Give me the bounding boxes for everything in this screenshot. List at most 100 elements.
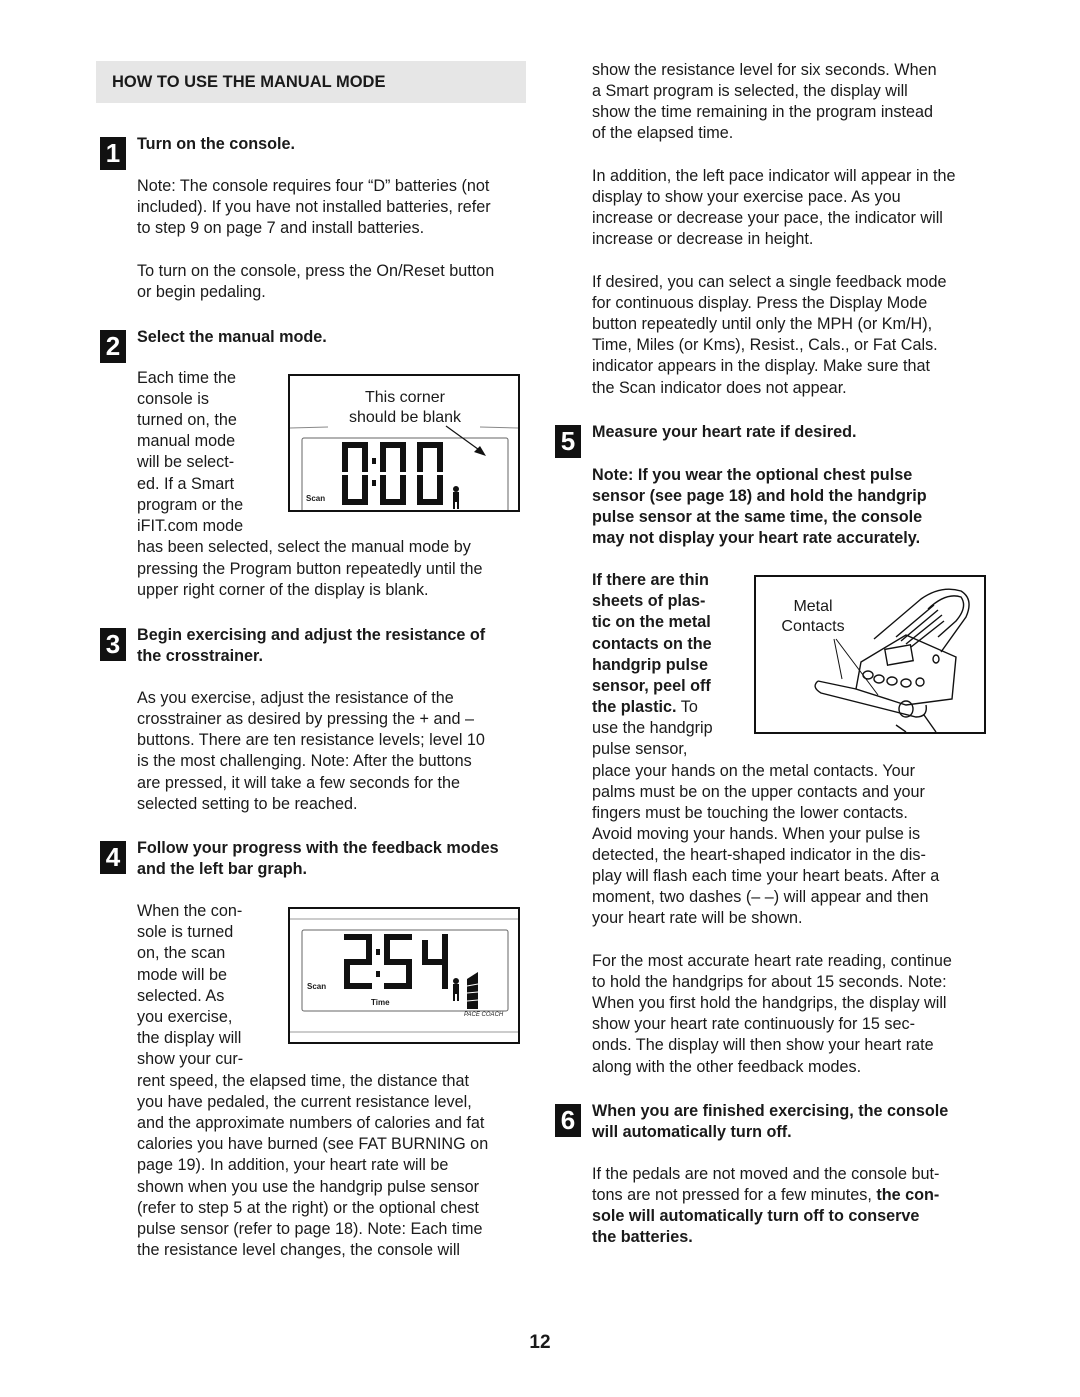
text-line: may not display your heart rate accurate… [592,529,921,547]
text-line: pulse sensor (refer to page 18). Note: E… [137,1220,483,1238]
text-line: program or the [137,496,244,514]
text-line: rent speed, the elapsed time, the distan… [137,1072,470,1090]
text-line: you exercise, [137,1008,233,1026]
text-line: Note: The console requires four “D” batt… [137,177,490,195]
text-line: If desired, you can select a single feed… [592,273,947,291]
text-line: sheets of plas- [592,592,706,610]
text-line: of the elapsed time. [592,124,734,142]
text-line: button repeatedly until only the MPH (or… [592,315,933,333]
text-line: fingers must be touching the lower conta… [592,804,908,822]
text-line: and the approximate numbers of calories … [137,1114,485,1132]
text-line: When the con- [137,902,243,920]
step-1-title: Turn on the console. [137,135,295,153]
text-line: tons are not pressed for a few minutes, … [592,1185,939,1206]
text-line: included). If you have not installed bat… [137,198,491,216]
text-line: use the handgrip [592,719,713,737]
step-number-5: 5 [555,425,581,458]
plain-span: tons are not pressed for a few minutes, [592,1186,877,1204]
person-icon [453,486,459,509]
text-line: play will flash each time your heart bea… [592,867,940,885]
lcd-drawing [290,425,518,510]
section-header: HOW TO USE THE MANUAL MODE [96,61,526,103]
text-line: the batteries. [592,1228,693,1246]
text-line: pulse sensor at the same time, the conso… [592,508,923,526]
step-number-3: 3 [100,628,126,661]
text-line: the display will [137,1029,242,1047]
step-6-title-line-2: will automatically turn off. [592,1123,792,1141]
step-4-title-line-1: Follow your progress with the feedback m… [137,839,499,857]
page-number: 12 [529,1332,551,1353]
text-line: the plastic. To [592,697,698,718]
text-line: sole is turned [137,923,234,941]
pace-coach-label: PACE COACH [464,1012,504,1018]
text-line: for continuous display. Press the Displa… [592,294,928,312]
text-line: is the most challenging. Note: After the… [137,752,472,770]
text-line: Each time the [137,369,236,387]
step-number-2: 2 [100,330,126,363]
text-line: to step 9 on page 7 and install batterie… [137,219,425,237]
text-line: palms must be on the upper contacts and … [592,783,925,801]
text-line: Avoid moving your hands. When your pulse… [592,825,921,843]
step-6-title-line-1: When you are finished exercising, the co… [592,1102,949,1120]
text-line: pressing the Program button repeatedly u… [137,560,483,578]
scan-indicator: Scan [306,494,326,503]
text-line: When you first hold the handgrips, the d… [592,994,947,1012]
text-line: show your heart rate continuously for 15… [592,1015,916,1033]
step-3-title-line-2: the crosstrainer. [137,647,263,665]
display-figure-manual-mode: This corner should be blank Scan [288,374,520,512]
step-5-title: Measure your heart rate if desired. [592,423,857,441]
text-line: selected setting to be reached. [137,795,358,813]
text-line: or begin pedaling. [137,283,266,301]
text-line: buttons. There are ten resistance levels… [137,731,485,749]
lcd-digits-000 [342,442,443,505]
bold-span: the con- [876,1186,940,1204]
text-line: contacts on the [592,635,712,653]
text-line: calories you have burned (see FAT BURNIN… [137,1135,489,1153]
text-line: onds. The display will then show your he… [592,1036,934,1054]
person-icon [453,978,459,1001]
time-indicator: Time [371,998,390,1007]
text-line: the resistance level changes, the consol… [137,1241,461,1259]
metal-contacts-figure: Metal Contacts [754,575,986,734]
text-line: display to show your exercise pace. As y… [592,188,901,206]
text-line: upper right corner of the display is bla… [137,581,429,599]
text-line: increase or decrease your pace, the indi… [592,209,943,227]
text-line: iFIT.com mode [137,517,244,535]
text-line: on, the scan [137,944,226,962]
text-line: sensor (see page 18) and hold the handgr… [592,487,927,505]
text-line: crosstrainer as desired by pressing the … [137,710,474,728]
text-line: to hold the handgrips for about 15 secon… [592,973,947,991]
display-figure-scan-mode: Scan Time PACE COACH [288,907,520,1044]
text-line: show the time remaining in the program i… [592,103,934,121]
text-line: has been selected, select the manual mod… [137,538,471,556]
text-line: manual mode [137,432,236,450]
text-line: sensor, peel off [592,677,711,695]
text-line: handgrip pulse [592,656,709,674]
text-line: tic on the metal [592,613,711,631]
step-2-title: Select the manual mode. [137,328,327,346]
text-line: Note: If you wear the optional chest pul… [592,466,913,484]
step-3-title-line-1: Begin exercising and adjust the resistan… [137,626,486,644]
text-line: along with the other feedback modes. [592,1058,862,1076]
text-line: console is [137,390,209,408]
text-line: page 19). In addition, your heart rate w… [137,1156,449,1174]
console-handlebar-illustration [814,588,970,732]
text-line: If there are thin [592,571,709,589]
bold-span: the plastic. [592,698,677,716]
text-line: For the most accurate heart rate reading… [592,952,952,970]
plain-span: To [676,698,698,716]
text-line: indicator appears in the display. Make s… [592,357,931,375]
text-line: turned on, the [137,411,237,429]
text-line: To turn on the console, press the On/Res… [137,262,495,280]
text-line: shown when you use the handgrip pulse se… [137,1178,479,1196]
text-line: selected. As [137,987,225,1005]
scan-indicator: Scan [307,982,327,991]
step-number-1: 1 [100,137,126,170]
text-line: ed. If a Smart [137,475,235,493]
step-number-4: 4 [100,841,126,874]
text-line: moment, two dashes (– –) will appear and… [592,888,929,906]
text-line: mode will be [137,966,227,984]
lcd-digits-254 [344,934,448,989]
text-line: detected, the heart-shaped indicator in … [592,846,926,864]
text-line: will be select- [137,453,235,471]
